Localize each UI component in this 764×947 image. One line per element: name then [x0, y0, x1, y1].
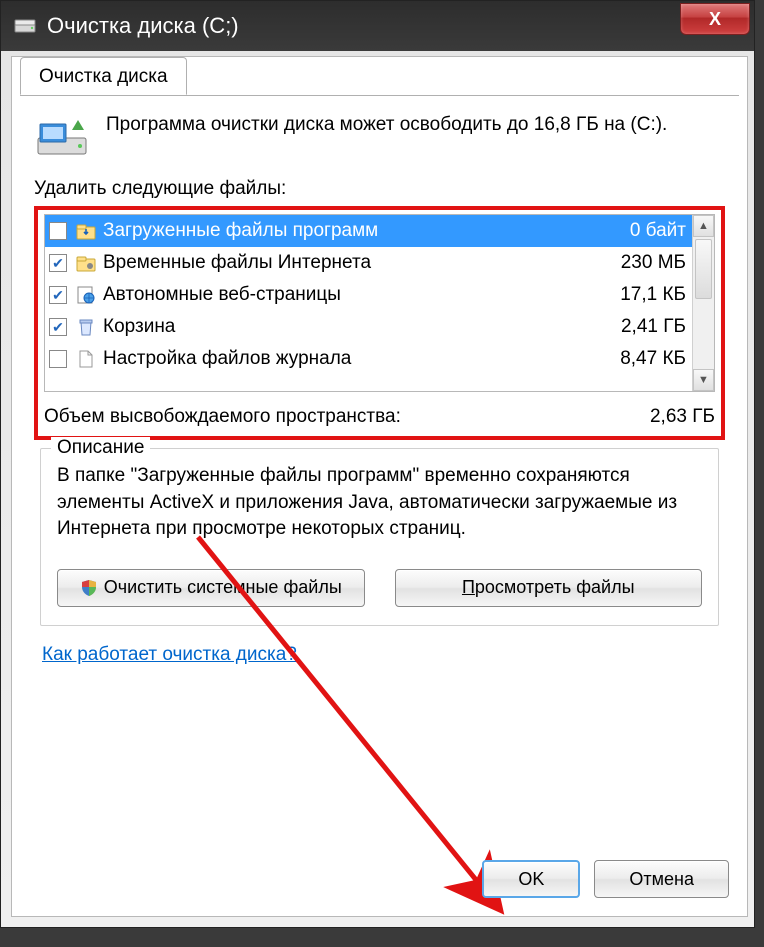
- scrollbar[interactable]: ▲ ▼: [692, 215, 714, 391]
- folder-gear-icon: [75, 252, 97, 274]
- close-button[interactable]: X: [680, 3, 750, 35]
- view-files-label: Просмотреть файлы: [462, 577, 635, 598]
- summary-value: 2,63 ГБ: [650, 406, 715, 428]
- tab-disk-cleanup[interactable]: Очистка диска: [20, 57, 187, 95]
- recycle-bin-icon: [75, 316, 97, 338]
- annotation-red-box: Загруженные файлы программ0 байт ✔ Временн…: [34, 206, 725, 440]
- intro-row: Программа очистки диска может освободить…: [34, 112, 725, 160]
- checkbox[interactable]: [49, 350, 67, 368]
- item-size: 0 байт: [622, 220, 686, 242]
- globe-page-icon: [75, 284, 97, 306]
- item-size: 230 МБ: [613, 252, 686, 274]
- tab-page: Программа очистки диска может освободить…: [20, 95, 739, 680]
- clean-system-files-button[interactable]: Очистить системные файлы: [57, 569, 365, 607]
- drive-large-icon: [34, 112, 90, 160]
- checkbox[interactable]: ✔: [49, 286, 67, 304]
- item-name: Настройка файлов журнала: [103, 348, 612, 370]
- list-item[interactable]: ✔ Корзина2,41 ГБ: [45, 311, 692, 343]
- delete-files-label: Удалить следующие файлы:: [34, 178, 725, 200]
- ok-button[interactable]: OK: [482, 860, 580, 898]
- checkbox[interactable]: [49, 222, 67, 240]
- checkbox[interactable]: ✔: [49, 318, 67, 336]
- view-files-button[interactable]: Просмотреть файлы: [395, 569, 703, 607]
- help-link-text: Как работает очистка диска?: [42, 644, 297, 665]
- description-groupbox: Описание В папке "Загруженные файлы прог…: [40, 448, 719, 626]
- item-name: Временные файлы Интернета: [103, 252, 613, 274]
- shield-icon: [80, 579, 98, 597]
- help-link[interactable]: Как работает очистка диска?: [42, 644, 297, 666]
- drive-icon: [13, 14, 37, 38]
- item-size: 17,1 КБ: [612, 284, 686, 306]
- item-name: Автономные веб-страницы: [103, 284, 612, 306]
- tab-label: Очистка диска: [39, 66, 168, 87]
- item-size: 8,47 КБ: [612, 348, 686, 370]
- client-area: Очистка диска Программа очистки диска мо…: [11, 56, 748, 917]
- cancel-label: Отмена: [629, 869, 694, 890]
- disk-cleanup-window: Очистка диска (C;) X Очистка диска: [0, 0, 755, 928]
- file-list-items: Загруженные файлы программ0 байт ✔ Временн…: [45, 215, 692, 391]
- scroll-thumb[interactable]: [695, 239, 712, 299]
- description-legend: Описание: [51, 437, 150, 459]
- checkbox[interactable]: ✔: [49, 254, 67, 272]
- clean-system-files-label: Очистить системные файлы: [104, 577, 342, 598]
- window-title: Очистка диска (C;): [47, 13, 239, 39]
- list-item[interactable]: Настройка файлов журнала8,47 КБ: [45, 343, 692, 375]
- close-icon: X: [709, 9, 721, 30]
- scroll-up-button[interactable]: ▲: [693, 215, 714, 237]
- folder-download-icon: [75, 220, 97, 242]
- list-item[interactable]: ✔ Автономные веб-страницы17,1 КБ: [45, 279, 692, 311]
- file-icon: [75, 348, 97, 370]
- description-text: В папке "Загруженные файлы программ" вре…: [57, 463, 702, 543]
- summary-label: Объем высвобождаемого пространства:: [44, 406, 650, 428]
- titlebar[interactable]: Очистка диска (C;) X: [1, 1, 754, 51]
- tab-strip: Очистка диска: [12, 56, 747, 94]
- scroll-track[interactable]: [693, 301, 714, 369]
- list-item[interactable]: Загруженные файлы программ0 байт: [45, 215, 692, 247]
- item-name: Загруженные файлы программ: [103, 220, 622, 242]
- cancel-button[interactable]: Отмена: [594, 860, 729, 898]
- ok-label: OK: [518, 869, 544, 890]
- list-item[interactable]: ✔ Временные файлы Интернета230 МБ: [45, 247, 692, 279]
- free-space-summary: Объем высвобождаемого пространства: 2,63…: [44, 406, 715, 428]
- scroll-down-button[interactable]: ▼: [693, 369, 714, 391]
- intro-text: Программа очистки диска может освободить…: [106, 112, 667, 160]
- description-buttons: Очистить системные файлы Просмотреть фай…: [57, 569, 702, 607]
- item-name: Корзина: [103, 316, 613, 338]
- dialog-button-row: OK Отмена: [482, 860, 729, 898]
- item-size: 2,41 ГБ: [613, 316, 686, 338]
- file-list[interactable]: Загруженные файлы программ0 байт ✔ Временн…: [44, 214, 715, 392]
